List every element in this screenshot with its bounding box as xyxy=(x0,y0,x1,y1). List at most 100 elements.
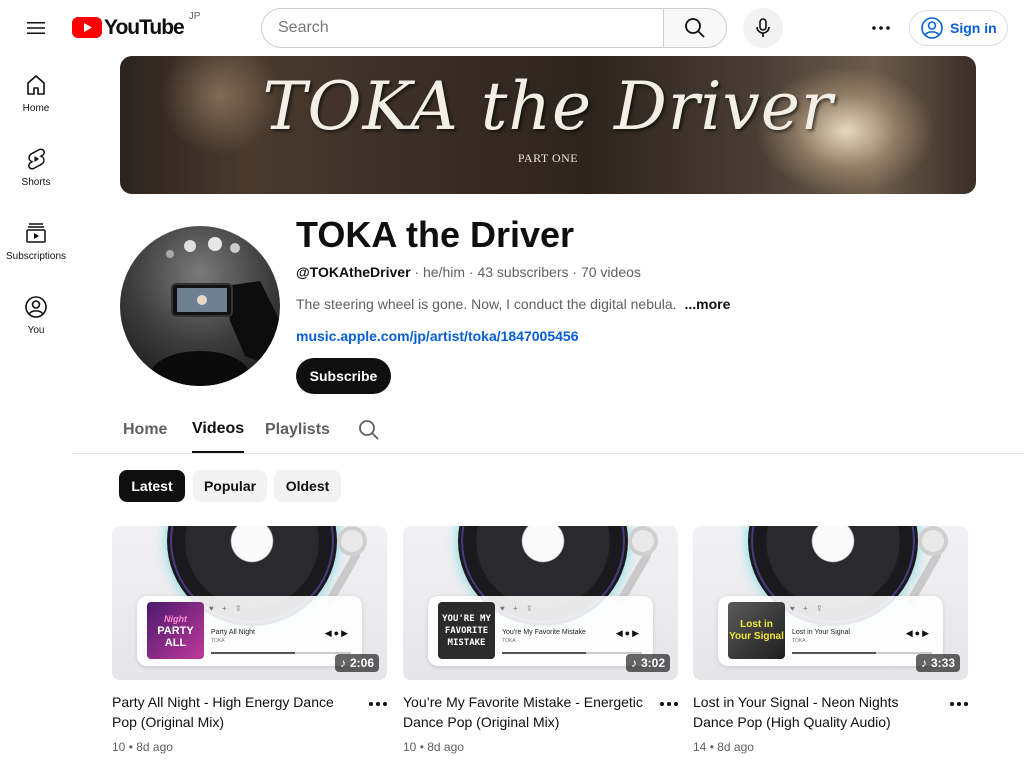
video-menu-button[interactable] xyxy=(657,694,681,714)
guide-menu-button[interactable] xyxy=(16,8,56,48)
track-artist: TOKA xyxy=(502,638,516,644)
track-progress-bar xyxy=(502,652,642,654)
search-icon xyxy=(685,18,705,38)
meta-separator: · xyxy=(572,264,581,280)
settings-more-button[interactable] xyxy=(861,8,901,48)
rail-item-shorts[interactable]: Shorts xyxy=(0,130,72,204)
banner-subtitle: PART ONE xyxy=(517,151,579,165)
meta-separator: · xyxy=(414,264,423,280)
microphone-icon xyxy=(756,18,770,37)
track-progress-bar xyxy=(211,652,351,654)
duration-badge: ♪ 3:33 xyxy=(915,654,960,672)
rail-item-you[interactable]: You xyxy=(0,278,72,352)
tab-playlists[interactable]: Playlists xyxy=(265,406,330,453)
rail-item-subscriptions[interactable]: Subscriptions xyxy=(0,204,72,278)
voice-search-button[interactable] xyxy=(743,8,783,48)
description-more-link[interactable]: ...more xyxy=(684,296,730,312)
player-action-icons: ♥ + ⇪ xyxy=(500,604,536,613)
more-vert-icon xyxy=(872,26,890,30)
view-count: 10 xyxy=(112,740,126,754)
video-thumbnail[interactable]: Night PARTY ALL ♥ + ⇪ Party All Night TO… xyxy=(112,526,387,680)
video-count: 70 videos xyxy=(580,264,641,280)
sign-in-button[interactable]: Sign in xyxy=(909,10,1008,46)
tab-home[interactable]: Home xyxy=(123,406,167,453)
tab-search[interactable] xyxy=(357,406,381,453)
rail-item-label: Subscriptions xyxy=(5,250,67,262)
video-thumbnail[interactable]: YOU'RE MY FAVORITE MISTAKE ♥ + ⇪ You're … xyxy=(403,526,678,680)
description-text: The steering wheel is gone. Now, I condu… xyxy=(296,296,677,312)
hamburger-icon xyxy=(27,22,45,34)
sign-in-label: Sign in xyxy=(950,20,997,36)
youtube-play-icon xyxy=(72,17,102,38)
subscriber-count: 43 subscribers xyxy=(477,264,569,280)
youtube-logo[interactable]: YouTube JP xyxy=(72,11,200,39)
chip-latest[interactable]: Latest xyxy=(119,470,185,502)
video-thumbnail[interactable]: Lost in Your Signal ♥ + ⇪ Lost in Your S… xyxy=(693,526,968,680)
search-box[interactable] xyxy=(261,8,664,48)
video-title[interactable]: You’re My Favorite Mistake - Energetic D… xyxy=(403,692,648,732)
channel-external-link[interactable]: music.apple.com/jp/artist/toka/184700545… xyxy=(296,328,578,344)
duration-text: 3:33 xyxy=(930,656,955,670)
subscribe-button[interactable]: Subscribe xyxy=(296,358,391,394)
channel-handle: @TOKAtheDriver xyxy=(296,264,411,280)
playback-controls-icon: ◀●▶ xyxy=(615,628,641,638)
chip-popular[interactable]: Popular xyxy=(193,470,267,502)
player-mockup: YOU'RE MY FAVORITE MISTAKE ♥ + ⇪ You're … xyxy=(428,596,653,666)
upload-age: 8d ago xyxy=(136,740,173,754)
chip-oldest[interactable]: Oldest xyxy=(274,470,341,502)
account-icon xyxy=(25,295,47,318)
track-title: You're My Favorite Mistake xyxy=(502,629,586,636)
channel-pronouns: he/him xyxy=(422,264,466,280)
video-card[interactable]: YOU'RE MY FAVORITE MISTAKE ♥ + ⇪ You're … xyxy=(403,526,678,754)
mini-guide: Home Shorts Subscriptions You xyxy=(0,56,72,352)
album-cover: Night PARTY ALL xyxy=(147,602,204,659)
top-header: YouTube JP Sign in xyxy=(0,0,1024,56)
channel-avatar xyxy=(120,226,280,386)
tab-videos[interactable]: Videos xyxy=(192,406,245,453)
tonearm-pivot xyxy=(337,526,367,556)
more-vert-icon xyxy=(950,702,968,706)
duration-badge: ♪ 3:02 xyxy=(625,654,670,672)
video-card[interactable]: Lost in Your Signal ♥ + ⇪ Lost in Your S… xyxy=(693,526,968,754)
home-icon xyxy=(27,74,45,95)
cover-script: Night xyxy=(164,613,187,624)
track-title: Lost in Your Signal xyxy=(792,629,850,636)
video-title[interactable]: Lost in Your Signal - Neon Nights Dance … xyxy=(693,692,938,732)
rail-item-label: Shorts xyxy=(21,176,51,188)
logo-region-code: JP xyxy=(188,11,201,22)
subscriptions-icon xyxy=(26,222,46,243)
video-title[interactable]: Party All Night - High Energy Dance Pop … xyxy=(112,692,357,732)
album-cover: YOU'RE MY FAVORITE MISTAKE xyxy=(438,602,495,659)
video-menu-button[interactable] xyxy=(366,694,390,714)
playback-controls-icon: ◀●▶ xyxy=(905,628,931,638)
video-card[interactable]: Night PARTY ALL ♥ + ⇪ Party All Night TO… xyxy=(112,526,387,754)
view-count: 10 xyxy=(403,740,417,754)
channel-tabs: Home Videos Playlists xyxy=(72,406,1024,454)
rail-item-home[interactable]: Home xyxy=(0,56,72,130)
search-input[interactable] xyxy=(278,19,664,37)
logo-wordmark: YouTube xyxy=(104,16,185,39)
video-metadata: 14 • 8d ago xyxy=(693,739,754,755)
music-note-icon: ♪ xyxy=(630,656,637,670)
music-note-icon: ♪ xyxy=(920,656,927,670)
rail-item-label: You xyxy=(27,324,45,336)
search-button[interactable] xyxy=(663,8,727,48)
video-menu-button[interactable] xyxy=(947,694,971,714)
banner-title: TOKA the Driver xyxy=(262,68,834,145)
track-progress-bar xyxy=(792,652,932,654)
player-mockup: Lost in Your Signal ♥ + ⇪ Lost in Your S… xyxy=(718,596,943,666)
rail-item-label: Home xyxy=(22,102,50,114)
upload-age: 8d ago xyxy=(427,740,464,754)
track-artist: TOKA xyxy=(792,638,806,644)
channel-name: TOKA the Driver xyxy=(296,214,575,255)
player-action-icons: ♥ + ⇪ xyxy=(790,604,826,613)
channel-description[interactable]: The steering wheel is gone. Now, I condu… xyxy=(296,296,730,312)
player-mockup: Night PARTY ALL ♥ + ⇪ Party All Night TO… xyxy=(137,596,362,666)
tonearm-pivot xyxy=(918,526,948,556)
avatar-image xyxy=(150,237,280,386)
duration-text: 2:06 xyxy=(349,656,374,670)
playback-controls-icon: ◀●▶ xyxy=(324,628,350,638)
track-title: Party All Night xyxy=(211,629,255,636)
player-action-icons: ♥ + ⇪ xyxy=(209,604,245,613)
upload-age: 8d ago xyxy=(717,740,754,754)
